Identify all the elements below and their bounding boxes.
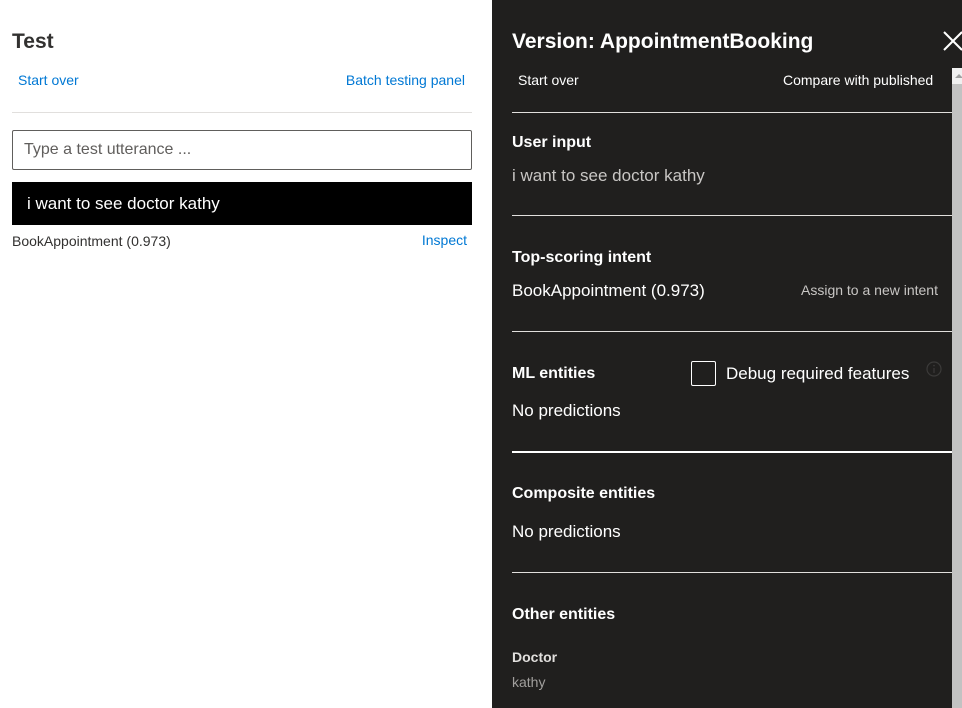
close-icon[interactable] [940,28,962,54]
user-input-heading: User input [512,134,592,151]
test-panel: Test Start over Batch testing panel i wa… [0,0,492,708]
divider [12,112,472,113]
other-entities-heading: Other entities [512,606,616,623]
composite-entities-value: No predictions [512,522,621,541]
divider [512,112,952,113]
composite-entities-heading: Composite entities [512,485,656,502]
top-scoring-intent-value: BookAppointment (0.973) [512,281,705,300]
entity-value: kathy [512,674,546,690]
info-icon[interactable] [926,361,942,377]
user-input-value: i want to see doctor kathy [512,166,705,185]
entity-name: Doctor [512,649,558,665]
divider [512,331,952,332]
scroll-up-arrow-icon[interactable] [952,68,962,84]
start-over-link[interactable]: Start over [18,72,79,88]
ml-entities-value: No predictions [512,401,621,420]
inspect-panel: Version: AppointmentBooking Start over C… [492,0,962,708]
top-intent-result: BookAppointment (0.973) [12,233,171,249]
inspect-panel-title: Version: AppointmentBooking [512,30,814,53]
test-panel-title: Test [12,30,54,53]
tested-utterance[interactable]: i want to see doctor kathy [12,182,472,225]
inspect-link[interactable]: Inspect [422,232,467,248]
test-utterance-input[interactable] [12,130,472,170]
inspect-start-over-link[interactable]: Start over [518,72,579,88]
divider [512,451,952,453]
divider [512,572,952,573]
assign-new-intent-link[interactable]: Assign to a new intent [801,282,938,298]
compare-with-published-link[interactable]: Compare with published [783,72,933,88]
top-scoring-intent-heading: Top-scoring intent [512,249,652,266]
divider [512,215,952,216]
scrollbar[interactable] [952,68,962,708]
debug-required-features-checkbox[interactable] [691,361,716,386]
debug-required-features-label[interactable]: Debug required features [726,364,909,384]
batch-testing-panel-link[interactable]: Batch testing panel [346,72,465,88]
ml-entities-heading: ML entities [512,365,596,382]
app-root: Test Start over Batch testing panel i wa… [0,0,962,708]
